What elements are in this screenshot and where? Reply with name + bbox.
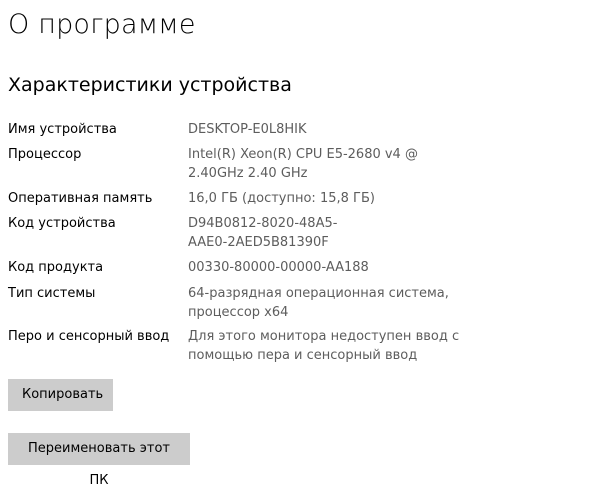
section-title-device-specs: Характеристики устройства	[8, 74, 292, 96]
spec-value: Для этого монитора недоступен ввод с пом…	[188, 329, 460, 363]
spec-value: 00330-80000-00000-AA188	[188, 260, 369, 275]
spec-label: Процессор	[8, 147, 82, 162]
spec-value: D94B0812-8020-48A5- AAE0-2AED5B81390F	[188, 216, 338, 250]
spec-value: 64-разрядная операционная система, проце…	[188, 286, 449, 320]
spec-label: Тип системы	[8, 286, 96, 301]
copy-button[interactable]: Копировать	[8, 379, 113, 411]
spec-label: Имя устройства	[8, 122, 117, 137]
spec-value: 16,0 ГБ (доступно: 15,8 ГБ)	[188, 191, 375, 206]
spec-value: Intel(R) Xeon(R) CPU E5-2680 v4 @ 2.40GH…	[188, 147, 418, 181]
spec-label: Код устройства	[8, 216, 116, 231]
spec-label: Оперативная память	[8, 191, 153, 206]
spec-value: DESKTOP-E0L8HIK	[188, 122, 307, 137]
page-title: О программе	[8, 9, 196, 40]
spec-label: Перо и сенсорный ввод	[8, 329, 170, 344]
spec-label: Код продукта	[8, 260, 104, 275]
rename-pc-button[interactable]: Переименовать этот ПК	[8, 433, 190, 488]
